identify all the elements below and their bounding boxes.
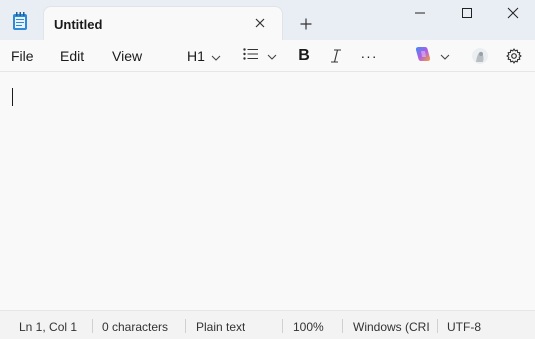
status-characters: 0 characters: [102, 320, 169, 334]
tab-untitled[interactable]: Untitled: [43, 6, 283, 40]
maximize-icon[interactable]: [444, 0, 490, 26]
chevron-down-icon: [211, 48, 221, 64]
italic-icon[interactable]: [326, 44, 346, 68]
copilot-dropdown[interactable]: [410, 44, 454, 68]
status-bar: Ln 1, Col 1 0 characters Plain text 100%…: [0, 310, 535, 339]
list-icon: [243, 47, 259, 65]
status-position[interactable]: Ln 1, Col 1: [19, 320, 77, 334]
more-button[interactable]: ···: [358, 44, 380, 68]
menu-file[interactable]: File: [11, 48, 34, 64]
text-caret: [12, 88, 13, 106]
title-bar: Untitled: [0, 0, 535, 40]
chevron-down-icon: [440, 47, 450, 65]
status-divider: [92, 319, 93, 333]
menu-edit[interactable]: Edit: [60, 48, 84, 64]
minimize-icon[interactable]: [397, 0, 443, 26]
status-divider: [282, 319, 283, 333]
status-divider: [185, 319, 186, 333]
text-editor[interactable]: [0, 73, 535, 310]
menu-view[interactable]: View: [112, 48, 142, 64]
avatar-icon[interactable]: [470, 44, 490, 68]
plus-icon[interactable]: [294, 12, 318, 36]
tab-title: Untitled: [54, 17, 103, 32]
close-icon[interactable]: [250, 13, 270, 33]
heading-label: H1: [187, 48, 205, 64]
status-divider: [437, 319, 438, 333]
notepad-icon: [8, 10, 32, 32]
status-format[interactable]: Plain text: [196, 320, 245, 334]
bold-button[interactable]: B: [294, 44, 314, 68]
status-encoding[interactable]: UTF-8: [447, 320, 481, 334]
list-dropdown[interactable]: [240, 44, 280, 68]
status-zoom[interactable]: 100%: [293, 320, 324, 334]
status-line-ending[interactable]: Windows (CRI: [353, 320, 431, 334]
status-divider: [342, 319, 343, 333]
gear-icon[interactable]: [503, 44, 525, 68]
copilot-icon: [414, 45, 432, 68]
close-window-icon[interactable]: [490, 0, 535, 26]
heading-dropdown[interactable]: H1: [184, 44, 224, 68]
toolbar: File Edit View H1 B ···: [0, 40, 535, 72]
chevron-down-icon: [267, 47, 277, 65]
